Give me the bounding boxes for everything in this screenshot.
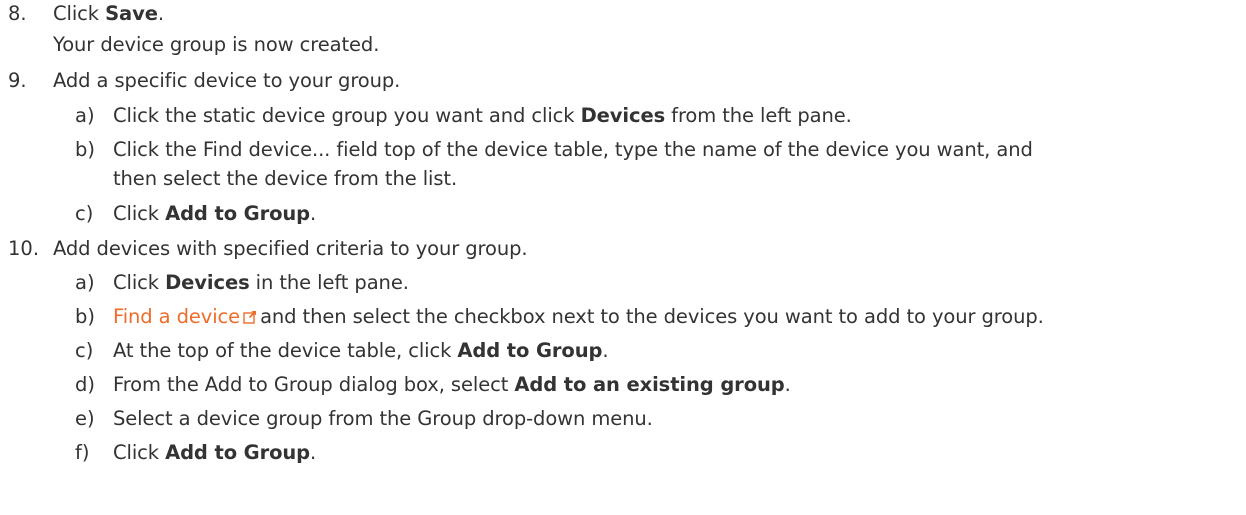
substep-text: Find a device and then select the checkbo… bbox=[113, 304, 1044, 330]
ui-term-add-to-group: Add to Group bbox=[165, 441, 311, 464]
text-fragment: Click bbox=[53, 2, 106, 25]
step-result-note: Your device group is now created. bbox=[53, 33, 380, 56]
text-fragment: . bbox=[784, 373, 791, 396]
text-fragment: At the top of the device table, click bbox=[113, 339, 458, 362]
substep-label: c) bbox=[75, 339, 94, 362]
text-fragment: Click the static device group you want a… bbox=[113, 104, 581, 127]
text-fragment: Click bbox=[113, 202, 166, 225]
substep-label: d) bbox=[75, 373, 95, 396]
substep-text: Click the Find device... field top of th… bbox=[113, 138, 1033, 161]
text-fragment: Click bbox=[113, 271, 166, 294]
find-a-device-link[interactable]: Find a device bbox=[113, 305, 240, 328]
substep-text: Click the static device group you want a… bbox=[113, 103, 852, 129]
step-text: Add a specific device to your group. bbox=[53, 69, 401, 92]
step-number: 8. bbox=[8, 2, 27, 25]
substep-label: b) bbox=[75, 305, 95, 328]
ui-term-save: Save bbox=[105, 2, 158, 25]
substep-text: At the top of the device table, click Ad… bbox=[113, 338, 609, 364]
ui-term-add-to-group: Add to Group bbox=[457, 339, 603, 362]
substep-text-continued: then select the device from the list. bbox=[113, 167, 458, 190]
substep-label: a) bbox=[75, 271, 95, 294]
substep-text: Click Add to Group. bbox=[113, 201, 316, 227]
substep-text: Select a device group from the Group dro… bbox=[113, 407, 653, 430]
step-number: 9. bbox=[8, 69, 27, 92]
text-fragment: Click bbox=[113, 441, 166, 464]
text-fragment: . bbox=[310, 202, 317, 225]
ui-term-devices: Devices bbox=[580, 104, 666, 127]
substep-text: Click Add to Group. bbox=[113, 440, 316, 466]
external-link-icon[interactable] bbox=[243, 305, 257, 324]
text-fragment: . bbox=[602, 339, 609, 362]
ui-term-devices: Devices bbox=[165, 271, 250, 294]
substep-label: e) bbox=[75, 407, 95, 430]
text-fragment: . bbox=[310, 441, 317, 464]
step-text: Click Save. bbox=[53, 1, 164, 27]
ui-term-add-to-existing-group: Add to an existing group bbox=[514, 373, 785, 396]
substep-label: c) bbox=[75, 202, 94, 225]
substep-label: f) bbox=[75, 441, 90, 464]
ui-term-add-to-group: Add to Group bbox=[165, 202, 311, 225]
text-fragment: From the Add to Group dialog box, select bbox=[113, 373, 515, 396]
substep-text: From the Add to Group dialog box, select… bbox=[113, 372, 791, 398]
text-fragment: in the left pane. bbox=[249, 271, 409, 294]
text-fragment: from the left pane. bbox=[665, 104, 852, 127]
substep-label: a) bbox=[75, 104, 95, 127]
substep-label: b) bbox=[75, 138, 95, 161]
substep-text: Click Devices in the left pane. bbox=[113, 270, 409, 296]
document-body: 8. Click Save. Your device group is now … bbox=[0, 0, 1246, 515]
step-text: Add devices with specified criteria to y… bbox=[53, 237, 528, 260]
step-number: 10. bbox=[8, 237, 40, 260]
text-fragment: and then select the checkbox next to the… bbox=[260, 305, 1044, 328]
text-fragment: . bbox=[157, 2, 164, 25]
